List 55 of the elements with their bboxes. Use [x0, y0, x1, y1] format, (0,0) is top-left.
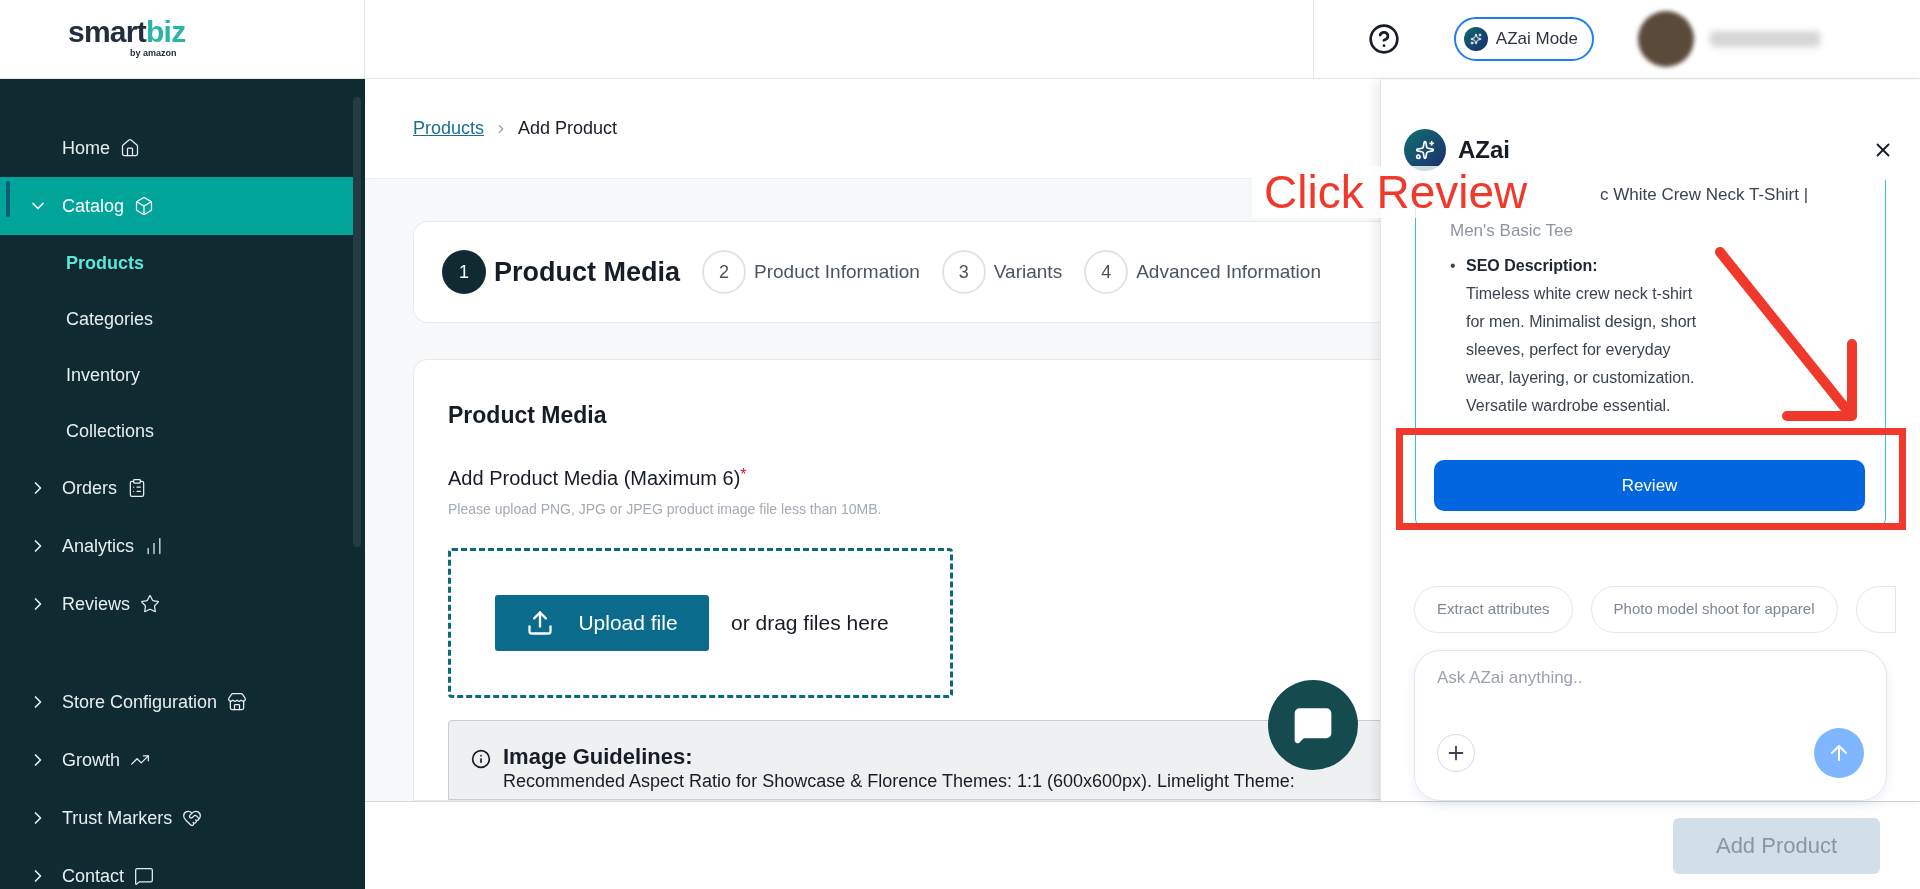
breadcrumb-current: Add Product — [518, 117, 618, 140]
step-tab[interactable]: 2 Product Information — [702, 250, 920, 294]
storefront-icon — [227, 692, 248, 712]
scrollbar[interactable] — [353, 97, 361, 547]
guidelines-text: Recommended Aspect Ratio for Showcase & Florence Themes: 1:1 (600x600px). Limelight Theme: — [503, 769, 1295, 793]
title-text: c White Crew Neck T-Shirt | — [1600, 184, 1810, 206]
bullet: • — [1450, 256, 1457, 276]
step-tab[interactable]: 4 Advanced Information — [1084, 250, 1321, 294]
logo-tagline: by amazon — [130, 47, 178, 61]
drop-text: or drag files here — [731, 609, 889, 636]
review-button[interactable]: Review — [1434, 460, 1865, 511]
logo-text: smart — [68, 17, 146, 48]
star-icon — [140, 594, 161, 614]
drop-zone[interactable]: Upload file or drag files here — [448, 547, 953, 698]
chat-input[interactable]: Ask AZai anything.. — [1414, 650, 1887, 801]
info-icon — [471, 748, 491, 769]
nav-item[interactable]: Contact — [0, 847, 353, 889]
cube-icon — [134, 196, 155, 216]
upload-button[interactable]: Upload file — [495, 594, 709, 651]
house-icon — [120, 138, 140, 158]
hint-text: Please upload PNG, JPG or JPEG product image file less than 10MB. — [448, 499, 882, 519]
nav-item[interactable]: Trust Markers — [0, 789, 353, 847]
clipboard-icon — [127, 478, 147, 498]
nav-subitem[interactable]: Inventory — [0, 347, 365, 403]
nav-subitem[interactable]: Products — [0, 235, 365, 291]
active-indicator — [6, 181, 10, 217]
sparkle-logo-icon — [1463, 27, 1488, 51]
speech-bubble-icon — [1293, 705, 1333, 745]
speech-bubble-icon — [134, 866, 155, 886]
logo-text: biz — [145, 17, 186, 48]
breadcrumb-link[interactable]: Products — [413, 115, 485, 142]
message-input[interactable]: Ask AZai anything.. — [1437, 665, 1864, 691]
avatar[interactable] — [1638, 11, 1694, 67]
nav-item[interactable]: Analytics — [0, 517, 353, 575]
field-label: Add Product Media (Maximum 6) — [448, 465, 741, 491]
nav-item[interactable]: Growth — [0, 731, 353, 789]
description-label: SEO Description: — [1466, 256, 1599, 276]
title-text: Men's Basic Tee — [1450, 220, 1574, 242]
description-text: Timeless white crew neck t-shirt for men. Minimalist design, short sleeves, perfect for everyday wear, layering, or customization. Versatile wardrobe essential. — [1466, 284, 1698, 416]
required-asterisk: * — [740, 464, 747, 483]
mode-button[interactable]: AZai Mode — [1453, 17, 1594, 61]
nav-subitem[interactable]: Categories — [0, 291, 365, 347]
nav-item[interactable]: Store Configuration — [0, 673, 353, 731]
step-tab[interactable]: 3 Variants — [941, 250, 1063, 294]
nav-subitem[interactable]: Collections — [0, 403, 365, 459]
nav-item[interactable]: Reviews — [0, 575, 353, 633]
upload-icon — [526, 608, 555, 637]
nav-item[interactable]: Orders — [0, 459, 353, 517]
help-icon[interactable] — [1367, 23, 1400, 55]
heart-handshake-icon — [182, 808, 203, 828]
step-tab[interactable]: 1 Product Media — [442, 250, 681, 294]
panel-title: AZai — [1458, 135, 1510, 165]
guidelines-title: Image Guidelines: — [503, 744, 694, 769]
card-title: Product Media — [448, 401, 607, 430]
nav-item[interactable]: Home — [0, 119, 353, 177]
